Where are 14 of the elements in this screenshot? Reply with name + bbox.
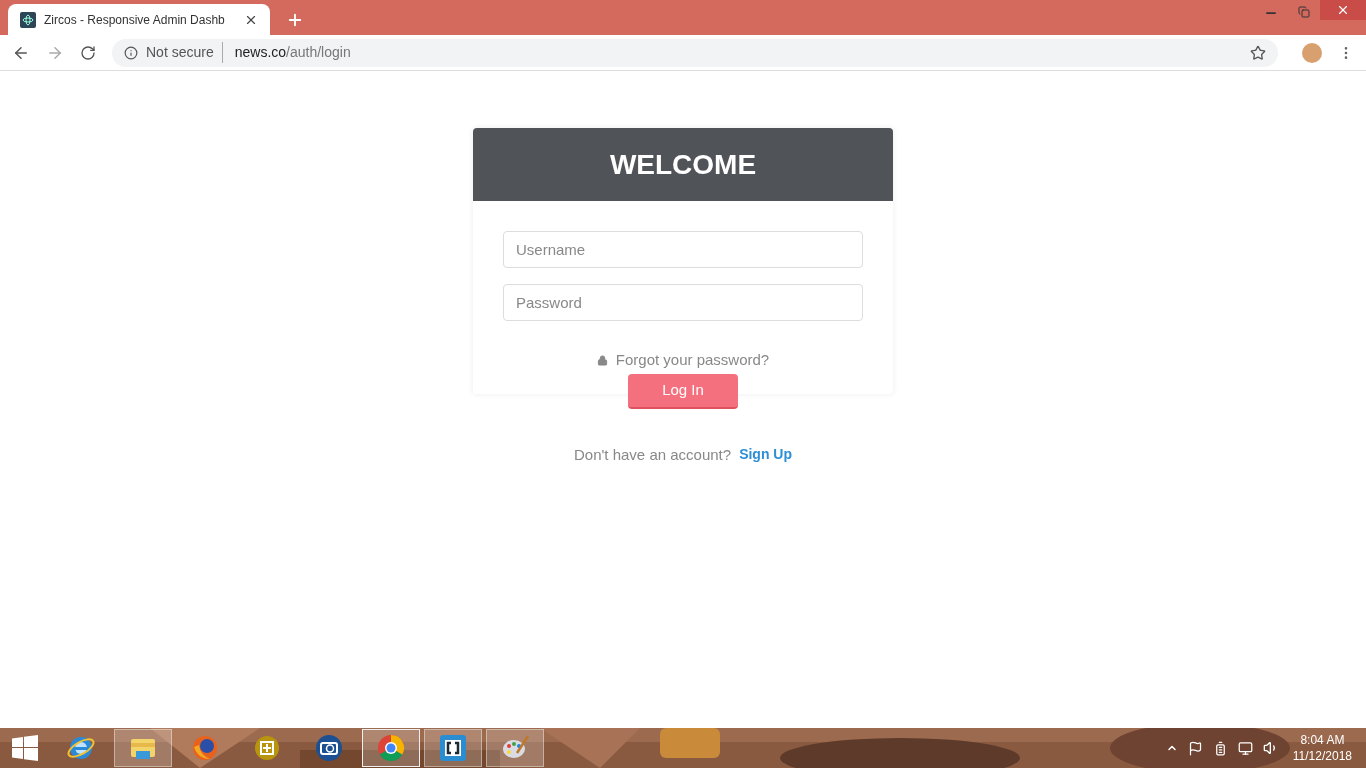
url-text: news.co/auth/login <box>234 43 352 62</box>
tab-title: Zircos - Responsive Admin Dashb <box>44 11 226 29</box>
password-field[interactable]: Password <box>503 284 863 321</box>
username-field[interactable]: Username <box>503 231 863 268</box>
clock-date: 11/12/2018 <box>1292 748 1352 764</box>
signup-link[interactable]: Sign Up <box>739 444 792 466</box>
welcome-title: WELCOME <box>609 147 757 182</box>
forgot-password-link[interactable]: Forgot your password? <box>615 349 770 372</box>
browser-tab[interactable]: Zircos - Responsive Admin Dashb <box>8 4 270 35</box>
security-label: Not secure <box>146 42 223 63</box>
clock-time: 8:04 AM <box>1300 732 1345 748</box>
signup-prompt: Don't have an account? <box>573 444 732 465</box>
address-bar[interactable]: Not secure news.co/auth/login <box>112 38 1278 67</box>
login-button[interactable]: Log In <box>628 373 738 409</box>
